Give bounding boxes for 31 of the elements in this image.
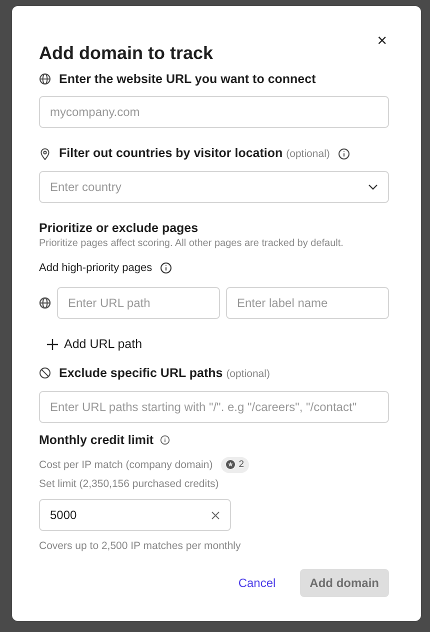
coin-icon [226,460,235,470]
info-icon [160,434,170,445]
blocked-icon [39,367,51,380]
label-name-field[interactable]: Enter label name [226,287,389,319]
section-heading: Monthly credit limit [39,432,154,449]
website-url-field[interactable]: mycompany.com [39,96,389,128]
clear-icon [211,510,220,520]
field-label: Add high-priority pages [39,261,152,276]
globe-icon [39,73,51,85]
add-url-path-button[interactable]: Add URL path [47,335,142,354]
limit-label: Set limit (2,350,156 purchased credits) [39,477,220,491]
info-icon [160,262,172,274]
credit-badge: 2 [220,456,250,473]
field-label: Enter the website URL you want to connect [59,71,316,88]
field-label: Filter out countries by visitor location (optional) [59,145,330,162]
cancel-button[interactable]: Cancel [238,574,276,592]
globe-icon [39,297,51,309]
close-button[interactable]: × [373,30,391,51]
cost-label: Cost per IP match (company domain) [39,458,213,472]
info-icon [338,148,350,160]
url-path-field[interactable]: Enter URL path [57,287,220,319]
section-description: Prioritize pages affect scoring. All other pages are tracked by default. [39,237,344,251]
credit-limit-field[interactable]: 5000 [39,499,231,531]
exclude-paths-field[interactable]: Enter URL paths starting with "/". e.g "/careers", "/contact" [39,390,389,423]
location-pin-icon [39,148,51,160]
hint-text: Covers up to 2,500 IP matches per monthly [39,539,242,553]
chevron-down-icon [368,184,378,190]
plus-icon [47,338,58,350]
dialog-title: Add domain to track [39,42,214,64]
section-heading: Prioritize or exclude pages [39,220,200,237]
field-label: Exclude specific URL paths (optional) [59,364,270,382]
